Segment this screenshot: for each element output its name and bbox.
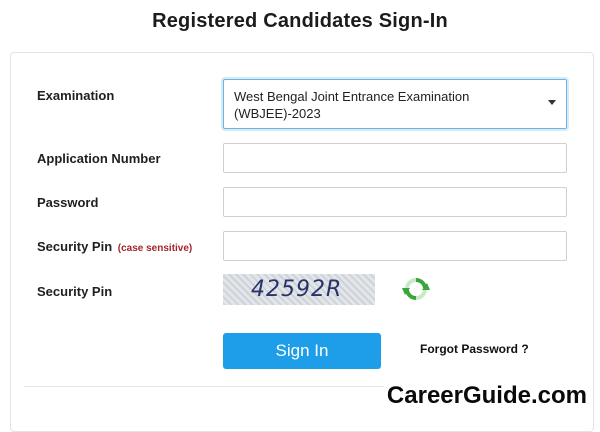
case-sensitive-note: (case sensitive) bbox=[117, 243, 193, 254]
captcha-image: 42592R bbox=[223, 274, 375, 305]
security-pin-input[interactable] bbox=[223, 231, 567, 261]
password-input[interactable] bbox=[223, 187, 567, 217]
application-number-label: Application Number bbox=[37, 151, 161, 166]
chevron-down-icon bbox=[548, 100, 556, 105]
examination-label: Examination bbox=[37, 88, 115, 103]
forgot-password-link[interactable]: Forgot Password ? bbox=[420, 342, 529, 356]
captcha-text: 42592R bbox=[251, 277, 343, 302]
security-pin-label-text: Security Pin bbox=[37, 239, 113, 254]
examination-select[interactable]: West Bengal Joint Entrance Examination (… bbox=[223, 79, 567, 129]
application-number-input[interactable] bbox=[223, 143, 567, 173]
refresh-icon[interactable] bbox=[401, 274, 431, 304]
password-label: Password bbox=[37, 195, 99, 210]
captcha-label: Security Pin bbox=[37, 284, 113, 299]
watermark-logo: CareerGuide.com bbox=[383, 381, 590, 411]
security-pin-label: Security Pin (case sensitive) bbox=[37, 239, 192, 254]
page-title: Registered Candidates Sign-In bbox=[152, 10, 448, 32]
examination-selected-value: West Bengal Joint Entrance Examination (… bbox=[234, 89, 470, 121]
signin-button[interactable]: Sign In bbox=[223, 333, 381, 369]
